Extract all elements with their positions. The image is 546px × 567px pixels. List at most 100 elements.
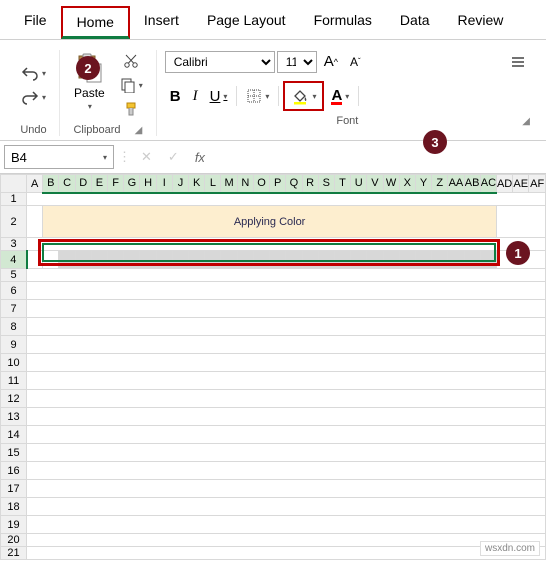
cell[interactable] xyxy=(156,251,172,269)
column-header[interactable]: O xyxy=(253,175,269,193)
cell[interactable] xyxy=(59,251,75,269)
cell[interactable] xyxy=(302,251,318,269)
column-header[interactable]: U xyxy=(351,175,367,193)
insert-function-button[interactable]: fx xyxy=(189,148,211,167)
row-header[interactable]: 18 xyxy=(1,498,27,516)
column-header[interactable]: Q xyxy=(286,175,302,193)
row-header[interactable]: 3 xyxy=(1,238,27,251)
cell[interactable] xyxy=(351,251,367,269)
cell[interactable] xyxy=(75,251,91,269)
cell[interactable] xyxy=(140,251,156,269)
column-header[interactable]: E xyxy=(91,175,107,193)
column-header[interactable]: L xyxy=(205,175,221,193)
more-options-button[interactable] xyxy=(506,53,530,71)
row-header[interactable]: 11 xyxy=(1,372,27,390)
column-header[interactable]: R xyxy=(302,175,318,193)
column-header[interactable]: AA xyxy=(448,175,464,193)
row-header[interactable]: 9 xyxy=(1,336,27,354)
enter-formula-button[interactable]: ✓ xyxy=(162,147,185,167)
column-header[interactable]: X xyxy=(399,175,415,193)
column-header[interactable]: A xyxy=(27,175,43,193)
column-header[interactable]: Z xyxy=(432,175,448,193)
row-header[interactable]: 5 xyxy=(1,269,27,282)
select-all-corner[interactable] xyxy=(1,175,27,193)
borders-button[interactable]: ▾ xyxy=(241,85,274,107)
column-header[interactable]: W xyxy=(383,175,399,193)
cell[interactable] xyxy=(253,251,269,269)
cell[interactable] xyxy=(189,251,205,269)
row-header[interactable]: 19 xyxy=(1,516,27,534)
row-header[interactable]: 4 xyxy=(1,251,27,269)
italic-button[interactable]: I xyxy=(188,85,203,108)
formula-input[interactable] xyxy=(215,145,542,169)
cell[interactable] xyxy=(318,251,334,269)
column-header[interactable]: AF xyxy=(529,175,546,193)
title-cell[interactable]: Applying Color xyxy=(43,206,497,238)
redo-button[interactable]: ▾ xyxy=(16,86,51,108)
decrease-font-button[interactable]: Aˇ xyxy=(345,52,366,72)
column-header[interactable]: S xyxy=(318,175,334,193)
tab-insert[interactable]: Insert xyxy=(130,6,193,39)
tab-data[interactable]: Data xyxy=(386,6,444,39)
row-header[interactable]: 15 xyxy=(1,444,27,462)
row-header[interactable]: 2 xyxy=(1,206,27,238)
cell[interactable] xyxy=(172,251,188,269)
cell[interactable] xyxy=(464,251,480,269)
cell[interactable] xyxy=(383,251,399,269)
column-header[interactable]: T xyxy=(334,175,350,193)
name-box[interactable]: B4 ▾ xyxy=(4,145,114,169)
column-header[interactable]: F xyxy=(108,175,124,193)
tab-formulas[interactable]: Formulas xyxy=(300,6,386,39)
cell[interactable] xyxy=(237,251,253,269)
dialog-launcher-icon[interactable]: ◢ xyxy=(135,125,143,136)
row-header[interactable]: 7 xyxy=(1,300,27,318)
underline-button[interactable]: U▾ xyxy=(205,85,233,108)
column-header[interactable]: M xyxy=(221,175,237,193)
cell-active[interactable] xyxy=(43,251,59,269)
column-header[interactable]: C xyxy=(59,175,75,193)
tab-review[interactable]: Review xyxy=(444,6,518,39)
cell[interactable] xyxy=(432,251,448,269)
cell[interactable] xyxy=(205,251,221,269)
column-header[interactable]: G xyxy=(124,175,140,193)
cancel-formula-button[interactable]: ✕ xyxy=(135,147,158,167)
increase-font-button[interactable]: A^ xyxy=(319,50,343,73)
cell[interactable] xyxy=(124,251,140,269)
cell[interactable] xyxy=(91,251,107,269)
row-header[interactable]: 21 xyxy=(1,547,27,560)
row-header[interactable]: 1 xyxy=(1,193,27,206)
column-header[interactable]: AD xyxy=(496,175,512,193)
column-header[interactable]: I xyxy=(156,175,172,193)
column-header[interactable]: AB xyxy=(464,175,480,193)
row-header[interactable]: 13 xyxy=(1,408,27,426)
bold-button[interactable]: B xyxy=(165,85,186,108)
column-header[interactable]: H xyxy=(140,175,156,193)
copy-button[interactable]: ▾ xyxy=(115,74,148,96)
spreadsheet-grid[interactable]: A B C D E F G H I J K L M N O P Q R S T xyxy=(0,174,546,560)
cell[interactable] xyxy=(399,251,415,269)
column-header[interactable]: AC xyxy=(480,175,496,193)
font-color-button[interactable]: A ▾ xyxy=(326,84,354,108)
tab-page-layout[interactable]: Page Layout xyxy=(193,6,300,39)
column-header[interactable]: B xyxy=(43,175,59,193)
tab-file[interactable]: File xyxy=(10,6,61,39)
font-name-select[interactable]: Calibri xyxy=(165,51,275,73)
column-header[interactable]: K xyxy=(189,175,205,193)
row-header[interactable]: 8 xyxy=(1,318,27,336)
column-header[interactable]: N xyxy=(237,175,253,193)
cell[interactable] xyxy=(286,251,302,269)
row-header[interactable]: 10 xyxy=(1,354,27,372)
cell[interactable] xyxy=(448,251,464,269)
column-header[interactable]: D xyxy=(75,175,91,193)
dialog-launcher-icon[interactable]: ◢ xyxy=(522,116,530,127)
column-header[interactable]: Y xyxy=(415,175,431,193)
row-header[interactable]: 17 xyxy=(1,480,27,498)
cell[interactable] xyxy=(270,251,286,269)
row-header[interactable]: 16 xyxy=(1,462,27,480)
cell[interactable] xyxy=(415,251,431,269)
row-header[interactable]: 6 xyxy=(1,282,27,300)
row-header[interactable]: 20 xyxy=(1,534,27,547)
cell[interactable] xyxy=(480,251,496,269)
tab-home[interactable]: Home xyxy=(61,6,130,39)
undo-button[interactable]: ▾ xyxy=(16,62,51,84)
